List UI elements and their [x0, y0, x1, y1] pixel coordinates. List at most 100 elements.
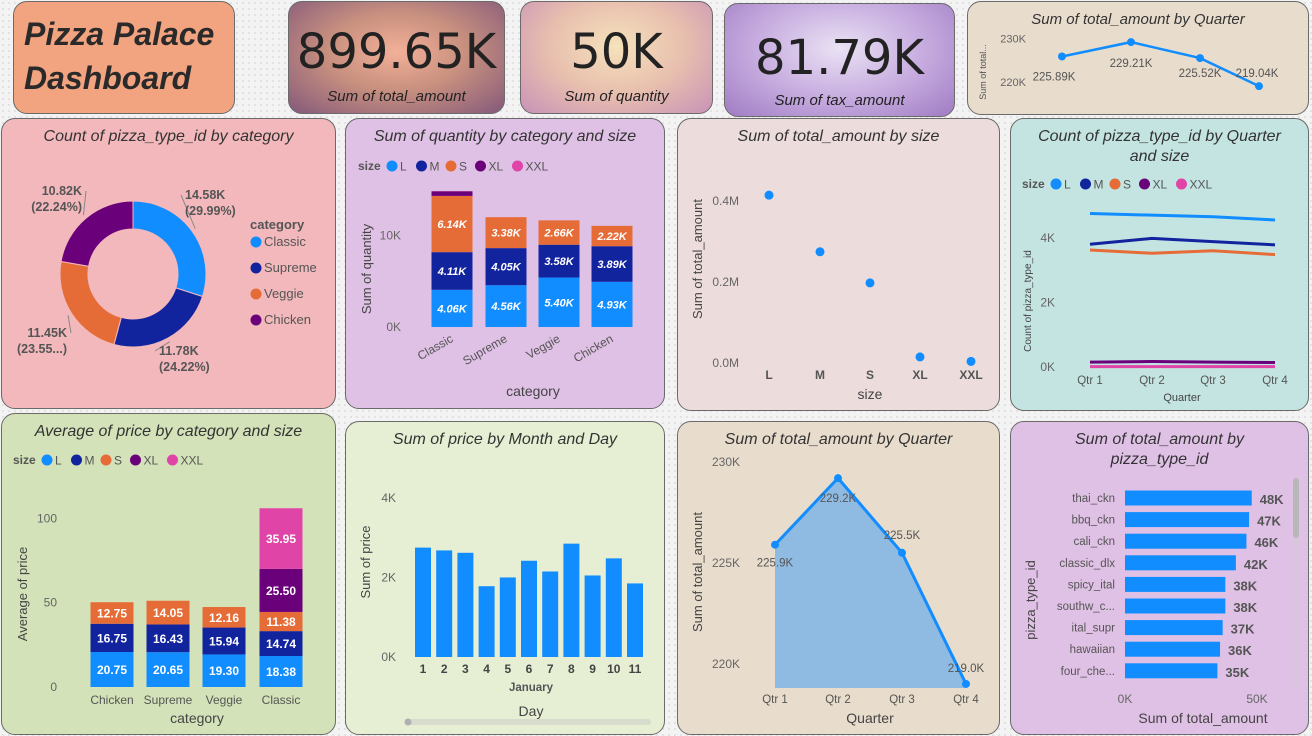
data-point	[815, 247, 825, 257]
bar-data-label: 16.75	[97, 631, 127, 645]
bar	[1125, 512, 1250, 528]
card-category-donut[interactable]: Count of pizza_type_id by category 14.58…	[1, 118, 336, 409]
legend-title: category	[250, 217, 305, 232]
legend-label-chicken: Chicken	[264, 312, 311, 327]
series-line-xl	[1089, 360, 1276, 364]
legend-label-classic: Classic	[264, 234, 306, 249]
legend-marker-xl	[1139, 178, 1150, 190]
card-price-month-day[interactable]: Sum of price by Month and Day 0K 2K 4K Sum …	[345, 421, 665, 735]
x-tick-label: Qtr 1	[1077, 375, 1103, 387]
x-tick-label: Qtr 2	[825, 694, 851, 706]
y-tick-label: 0.4M	[712, 194, 739, 208]
card-size-scatter[interactable]: Sum of total_amount by size 0.0M 0.2M 0.4M…	[677, 118, 1000, 411]
y-tick-label: 0K	[386, 320, 401, 334]
bar-data-label: 14.74	[266, 637, 296, 651]
legend-label-xxl: XXL	[1190, 178, 1213, 192]
bar-data-label: 48K	[1260, 492, 1284, 507]
x-tick-label: Qtr 2	[1139, 375, 1165, 387]
legend-marker-xxl	[167, 454, 178, 466]
legend-label-l: L	[1064, 178, 1071, 192]
y-axis-title: Average of price	[15, 547, 30, 641]
slice-value-label: 14.58K	[185, 188, 225, 202]
slice-percent-label: (29.99%)	[185, 204, 236, 218]
card-pizza-type-bar[interactable]: Sum of total_amount by pizza_type_id piz…	[1010, 421, 1309, 735]
card-quarter-area[interactable]: Sum of total_amount by Quarter 220K 225K 2…	[677, 421, 1000, 735]
legend-marker-l	[386, 160, 398, 172]
data-point	[771, 540, 779, 549]
x-tick-label: 2	[441, 662, 448, 676]
donut-slice-supreme	[113, 287, 204, 348]
data-point	[1127, 38, 1135, 47]
kpi-label-tax-amount: Sum of tax_amount	[774, 92, 905, 109]
x-tick-label: Chicken	[571, 331, 616, 365]
bar-data-label: 2.22K	[596, 231, 627, 243]
y-tick-label: ital_supr	[1072, 623, 1116, 635]
bar-data-label: 15.94	[209, 634, 239, 648]
data-point	[915, 352, 925, 362]
legend-title: size	[1022, 177, 1045, 191]
bar-data-label: 4.11K	[437, 266, 468, 278]
card-count-quarter-size[interactable]: Count of pizza_type_id by Quarter and si…	[1010, 118, 1309, 411]
bar-data-label: 14.05	[153, 606, 183, 620]
y-tick-label: 220K	[712, 657, 740, 671]
data-label: 219.0K	[948, 663, 985, 675]
legend-label-m: M	[430, 160, 440, 174]
chart-count-quarter-size: size L M S XL XXL 0K 2K 4K Count of pizza_type_id…	[1022, 177, 1288, 404]
legend-marker-supreme	[250, 262, 262, 274]
series-line-m	[1089, 236, 1276, 247]
chart-quarter-line: Sum of total... 230K 220K 225.89K 229.21K 225…	[978, 34, 1279, 100]
legend-label-s: S	[1123, 178, 1131, 192]
kpi-card-quantity[interactable]: 50K Sum of quantity	[520, 1, 713, 114]
data-point	[1196, 54, 1204, 63]
card-quantity-stacked[interactable]: Sum of quantity by category and size siz…	[345, 118, 665, 409]
bar-data-label: 35.95	[266, 532, 296, 546]
legend-label-supreme: Supreme	[264, 260, 317, 275]
kpi-label-quantity: Sum of quantity	[564, 88, 669, 105]
bar	[1125, 555, 1236, 571]
x-tick-label: L	[765, 368, 772, 382]
y-axis-title: Sum of total_amount	[690, 199, 705, 319]
slice-percent-label: (24.22%)	[159, 360, 210, 374]
x-tick-label: 10	[607, 662, 621, 676]
data-point	[865, 278, 875, 288]
x-tick-label: 11	[629, 662, 642, 676]
series-line-l	[1089, 212, 1276, 222]
kpi-value-quantity: 50K	[570, 24, 663, 80]
legend-marker-m	[416, 160, 427, 172]
bar-data-label: 4.05K	[490, 262, 521, 274]
data-label: 225.89K	[1033, 71, 1076, 83]
bar	[1125, 576, 1226, 592]
data-label: 225.52K	[1179, 68, 1222, 80]
x-tick-label: 6	[526, 662, 533, 676]
bar-data-label: 12.75	[97, 606, 127, 620]
card-quarter-line[interactable]: Sum of total_amount by Quarter Sum of to…	[967, 1, 1309, 115]
chart-pizza-type-bar: pizza_type_id thai_ckn 48K bbq_ckn 47K cali_c…	[1023, 478, 1299, 726]
bar	[1125, 598, 1226, 614]
legend-marker-classic	[250, 236, 262, 248]
data-point	[966, 356, 976, 366]
y-axis-title: Sum of quantity	[359, 223, 374, 314]
x-tick-label: S	[866, 368, 874, 382]
bar-data-label: 6.14K	[437, 219, 467, 231]
x-axis-title: Quarter	[846, 710, 894, 726]
card-avg-price-stacked[interactable]: Average of price by category and size si…	[1, 413, 336, 735]
x-tick-label: 9	[589, 662, 596, 676]
chart-avg-price-stacked: size L M S XL XXL 0 50 100 Average of price 20.75 1…	[13, 453, 303, 726]
kpi-card-total-amount[interactable]: 899.65K Sum of total_amount	[288, 1, 505, 114]
x-tick-label: 3	[462, 662, 469, 676]
x-tick-label: Classic	[262, 693, 301, 707]
y-tick-label: 100	[37, 511, 57, 525]
slice-value-label: 10.82K	[42, 184, 82, 198]
y-tick-label: 2K	[1040, 295, 1055, 309]
leader-line	[82, 190, 87, 216]
x-tick-label: 0K	[1118, 692, 1133, 706]
x-tick-label: Chicken	[90, 693, 133, 707]
bar-data-label: 3.58K	[544, 256, 574, 268]
bar	[1125, 663, 1218, 679]
bar-data-label: 12.16	[209, 611, 239, 625]
legend-label-xl: XL	[144, 454, 159, 468]
y-axis-title: Count of pizza_type_id	[1023, 250, 1034, 352]
legend-label-xl: XL	[1153, 178, 1168, 192]
y-tick-label: 10K	[380, 228, 401, 242]
kpi-card-tax-amount[interactable]: 81.79K Sum of tax_amount	[724, 3, 955, 117]
